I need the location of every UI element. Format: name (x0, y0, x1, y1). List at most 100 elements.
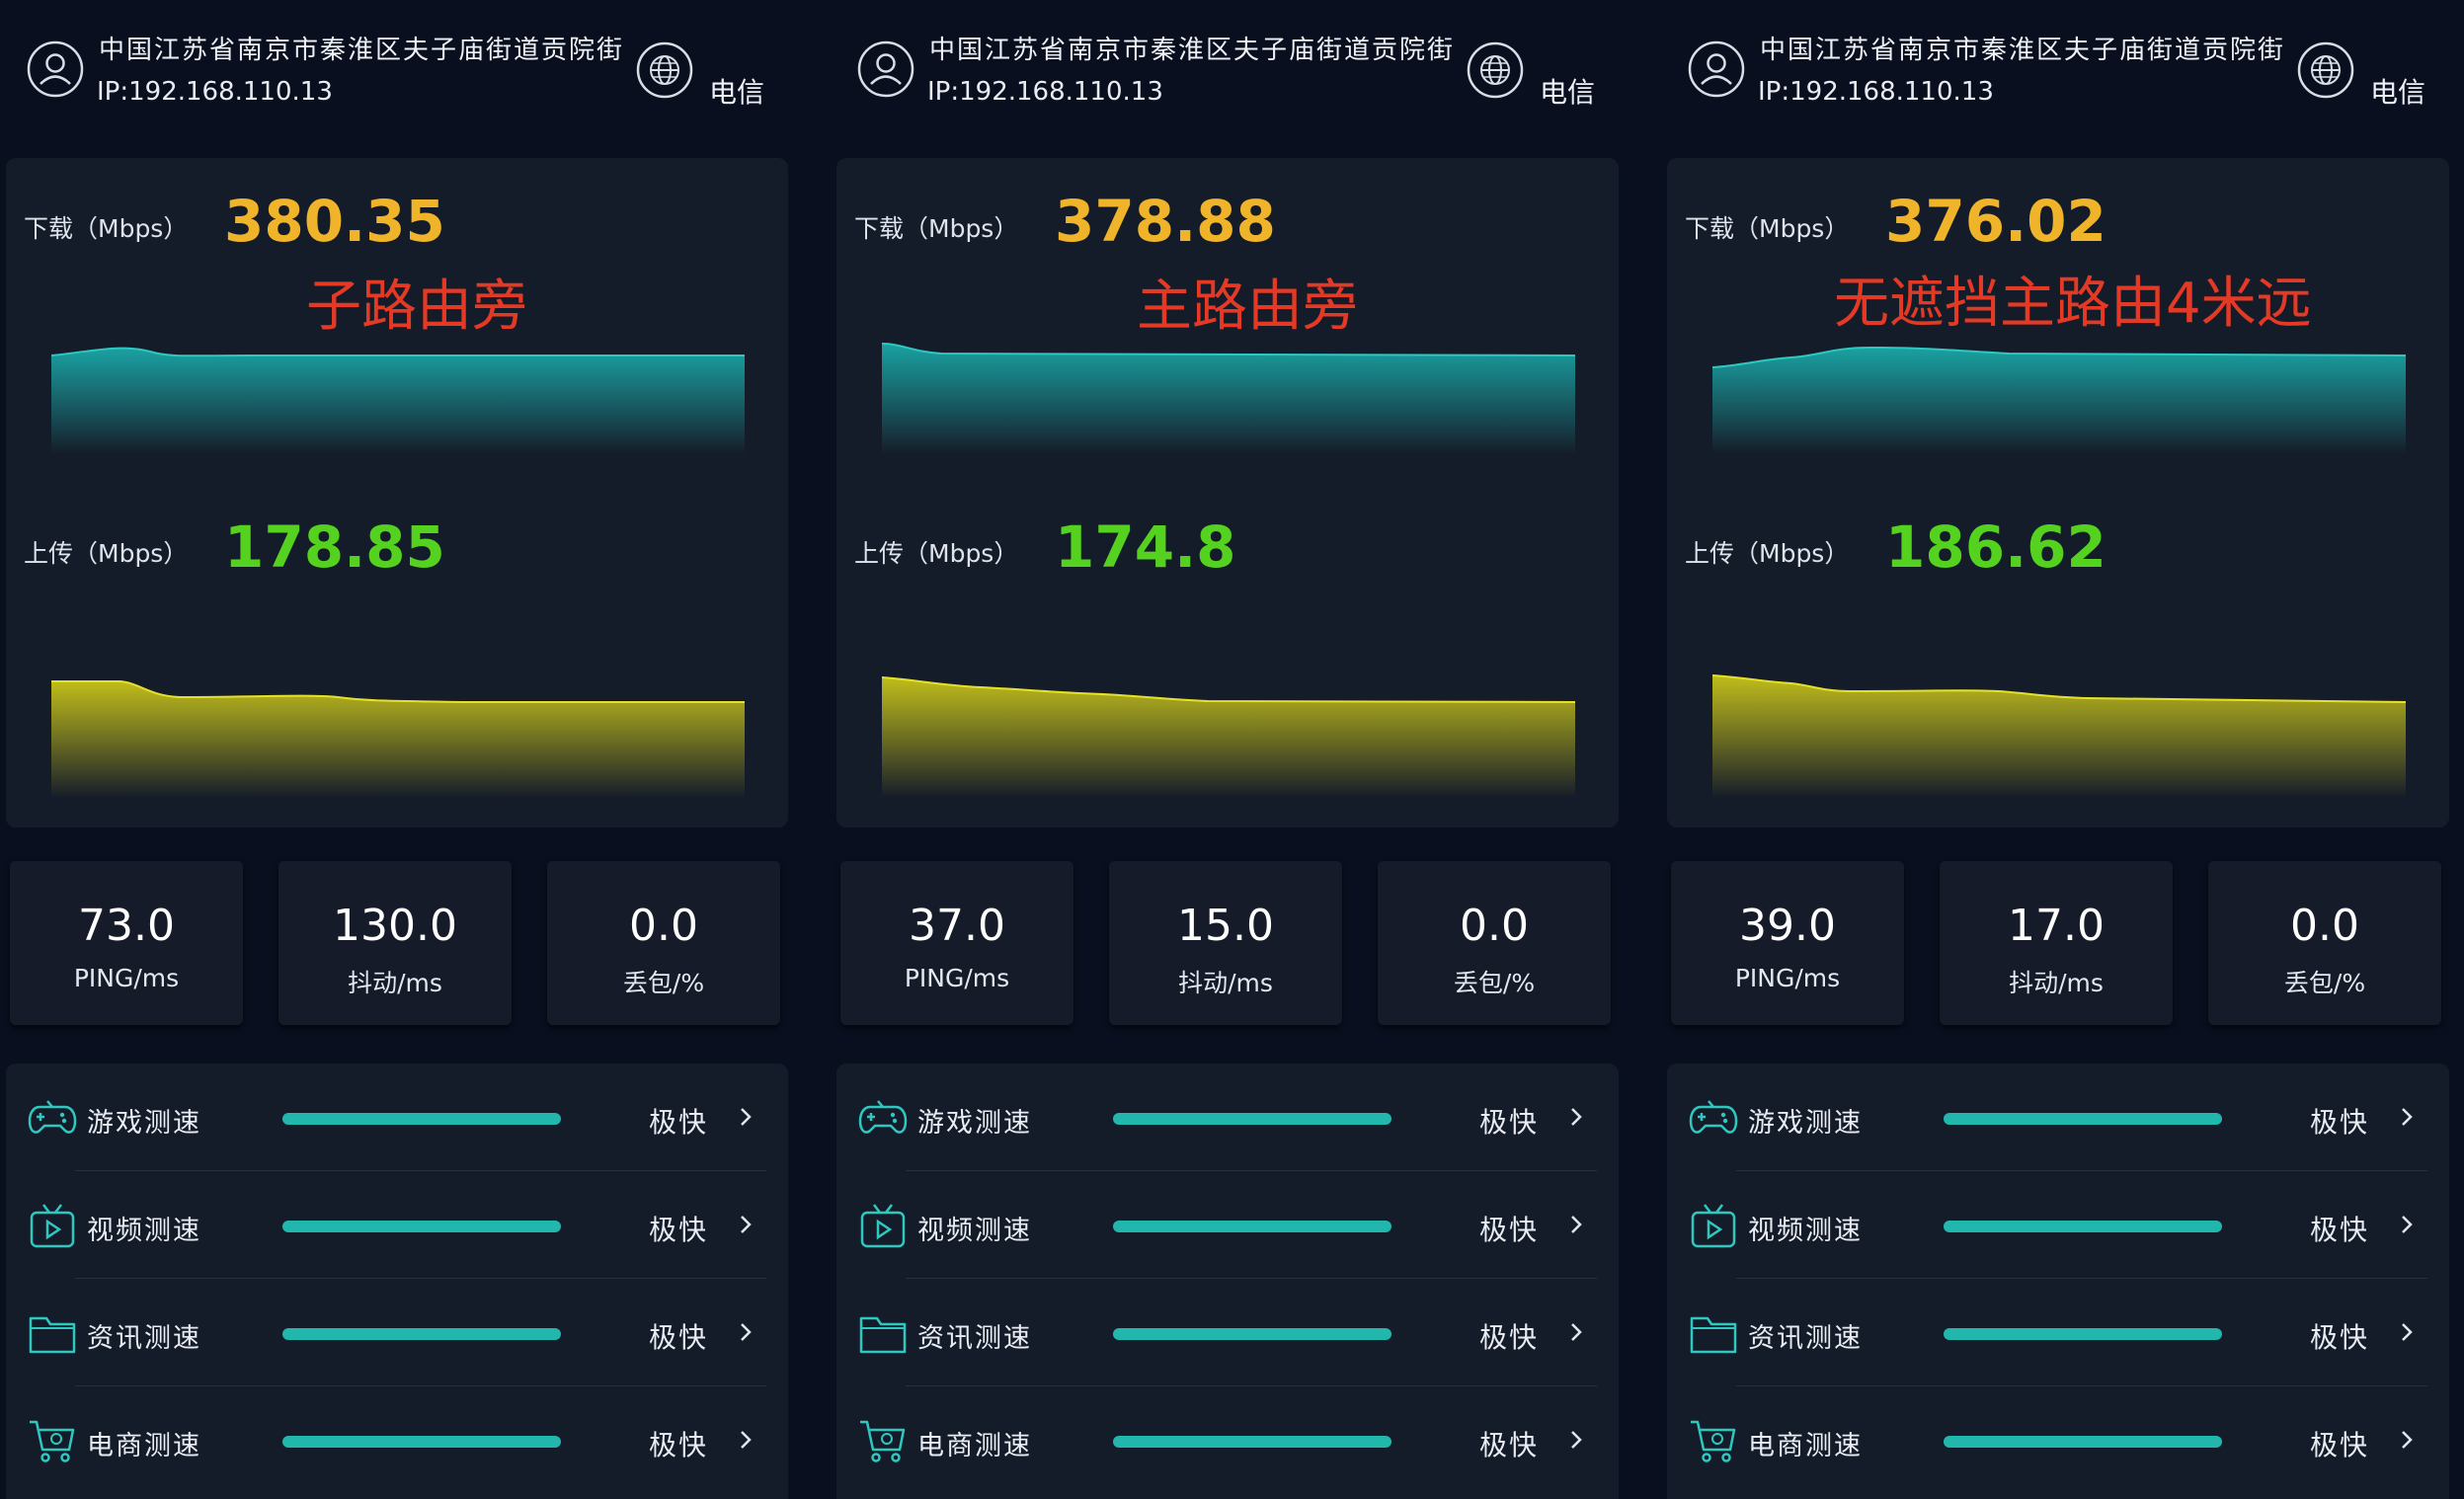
gamepad-icon (28, 1100, 77, 1134)
ping-label: PING/ms (1734, 964, 1841, 992)
test-progress-bar (1944, 1113, 2222, 1125)
test-rating: 极快 (1479, 1321, 1540, 1354)
test-row-ecommerce[interactable]: 电商测速 极快 (6, 1386, 788, 1493)
download-graph (51, 347, 745, 454)
test-rating: 极快 (2310, 1106, 2370, 1139)
jitter-value: 17.0 (2008, 901, 2105, 951)
video-icon (30, 1204, 75, 1248)
chevron-right-icon (1571, 1323, 1582, 1341)
test-row-video[interactable]: 视频测速 极快 (836, 1171, 1619, 1278)
jitter-label: 抖动/ms (1178, 969, 1273, 997)
upload-graph (51, 680, 745, 798)
test-progress-bar (282, 1328, 561, 1340)
folder-icon (1690, 1316, 1737, 1354)
test-rating: 极快 (649, 1106, 709, 1139)
test-name: 视频测速 (917, 1216, 1032, 1246)
test-progress-bar (282, 1221, 561, 1232)
location-text: 中国江苏省南京市秦淮区夫子庙街道贡院街 (929, 36, 1456, 65)
globe-icon[interactable] (2296, 40, 2355, 100)
chevron-right-icon (2402, 1216, 2413, 1233)
user-icon[interactable] (26, 39, 85, 99)
test-rating: 极快 (1479, 1106, 1540, 1139)
packet-loss-label: 丢包/% (1453, 969, 1536, 997)
isp-name: 电信 (709, 76, 765, 109)
chevron-right-icon (1571, 1431, 1582, 1449)
tests-card: 游戏测速 极快 视频测速 极快 资讯测速 极快 电商测速 极快 (6, 1064, 788, 1499)
test-rating: 极快 (1479, 1429, 1540, 1461)
gamepad-icon (858, 1100, 908, 1134)
test-row-game[interactable]: 游戏测速 极快 (6, 1064, 788, 1170)
video-icon (860, 1204, 906, 1248)
tests-card: 游戏测速 极快 视频测速 极快 资讯测速 极快 电商测速 极快 (1667, 1064, 2449, 1499)
globe-icon[interactable] (635, 40, 694, 100)
test-progress-bar (282, 1436, 561, 1448)
test-rating: 极快 (2310, 1429, 2370, 1461)
user-icon[interactable] (856, 39, 915, 99)
test-name: 游戏测速 (1748, 1108, 1863, 1139)
chevron-right-icon (741, 1323, 752, 1341)
chevron-right-icon (2402, 1108, 2413, 1126)
test-progress-bar (1944, 1328, 2222, 1340)
user-icon[interactable] (1687, 39, 1746, 99)
test-progress-bar (282, 1113, 561, 1125)
jitter-label: 抖动/ms (348, 969, 442, 997)
test-rating: 极快 (649, 1429, 709, 1461)
download-graph (1712, 346, 2406, 454)
packet-loss-stat: 0.0 丢包/% (547, 861, 780, 1025)
test-row-news[interactable]: 资讯测速 极快 (836, 1279, 1619, 1385)
test-row-ecommerce[interactable]: 电商测速 极快 (836, 1386, 1619, 1493)
test-row-news[interactable]: 资讯测速 极快 (1667, 1279, 2449, 1385)
test-row-ecommerce[interactable]: 电商测速 极快 (1667, 1386, 2449, 1493)
packet-loss-stat: 0.0 丢包/% (1378, 861, 1611, 1025)
test-row-game[interactable]: 游戏测速 极快 (836, 1064, 1619, 1170)
packet-loss-value: 0.0 (1460, 901, 1529, 951)
test-row-news[interactable]: 资讯测速 极快 (6, 1279, 788, 1385)
test-row-video[interactable]: 视频测速 极快 (6, 1171, 788, 1278)
ping-label: PING/ms (73, 964, 180, 992)
upload-label: 上传（Mbps） (854, 539, 1019, 568)
jitter-value: 15.0 (1177, 901, 1274, 951)
jitter-stat: 17.0 抖动/ms (1940, 861, 2173, 1025)
globe-icon[interactable] (1466, 40, 1525, 100)
chevron-right-icon (2402, 1431, 2413, 1449)
chevron-right-icon (741, 1108, 752, 1126)
cart-icon (860, 1420, 906, 1462)
test-row-game[interactable]: 游戏测速 极快 (1667, 1064, 2449, 1170)
download-label: 下载（Mbps） (24, 214, 189, 243)
speedtest-panel-1: 中国江苏省南京市秦淮区夫子庙街道贡院街 IP:192.168.110.13 电信… (0, 0, 830, 1499)
ping-value: 73.0 (78, 901, 175, 951)
jitter-stat: 15.0 抖动/ms (1109, 861, 1342, 1025)
video-icon (1691, 1204, 1736, 1248)
test-name: 电商测速 (917, 1431, 1032, 1461)
gamepad-icon (1689, 1100, 1738, 1134)
download-graph (882, 343, 1575, 454)
upload-value: 174.8 (1055, 513, 1236, 581)
chevron-right-icon (741, 1216, 752, 1233)
test-rating: 极快 (649, 1214, 709, 1246)
jitter-value: 130.0 (333, 901, 457, 951)
chevron-right-icon (1571, 1216, 1582, 1233)
test-progress-bar (1113, 1221, 1391, 1232)
test-name: 资讯测速 (1748, 1323, 1863, 1354)
panel-header: 中国江苏省南京市秦淮区夫子庙街道贡院街 IP:192.168.110.13 电信 (831, 0, 1660, 138)
location-text: 中国江苏省南京市秦淮区夫子庙街道贡院街 (99, 36, 625, 65)
test-rating: 极快 (2310, 1321, 2370, 1354)
folder-icon (29, 1316, 76, 1354)
test-name: 电商测速 (87, 1431, 201, 1461)
ping-stat: 73.0 PING/ms (10, 861, 243, 1025)
packet-loss-stat: 0.0 丢包/% (2208, 861, 2441, 1025)
chevron-right-icon (1571, 1108, 1582, 1126)
test-name: 视频测速 (87, 1216, 201, 1246)
upload-label: 上传（Mbps） (1685, 539, 1850, 568)
ping-stat: 37.0 PING/ms (840, 861, 1073, 1025)
ip-address: IP:192.168.110.13 (1758, 77, 1994, 107)
test-row-video[interactable]: 视频测速 极快 (1667, 1171, 2449, 1278)
packet-loss-value: 0.0 (2290, 901, 2359, 951)
download-value: 378.88 (1055, 188, 1276, 255)
test-progress-bar (1113, 1436, 1391, 1448)
upload-value: 186.62 (1885, 513, 2106, 581)
panel-header: 中国江苏省南京市秦淮区夫子庙街道贡院街 IP:192.168.110.13 电信 (0, 0, 830, 138)
test-name: 游戏测速 (87, 1108, 201, 1139)
isp-name: 电信 (2370, 76, 2426, 109)
ping-value: 37.0 (909, 901, 1005, 951)
